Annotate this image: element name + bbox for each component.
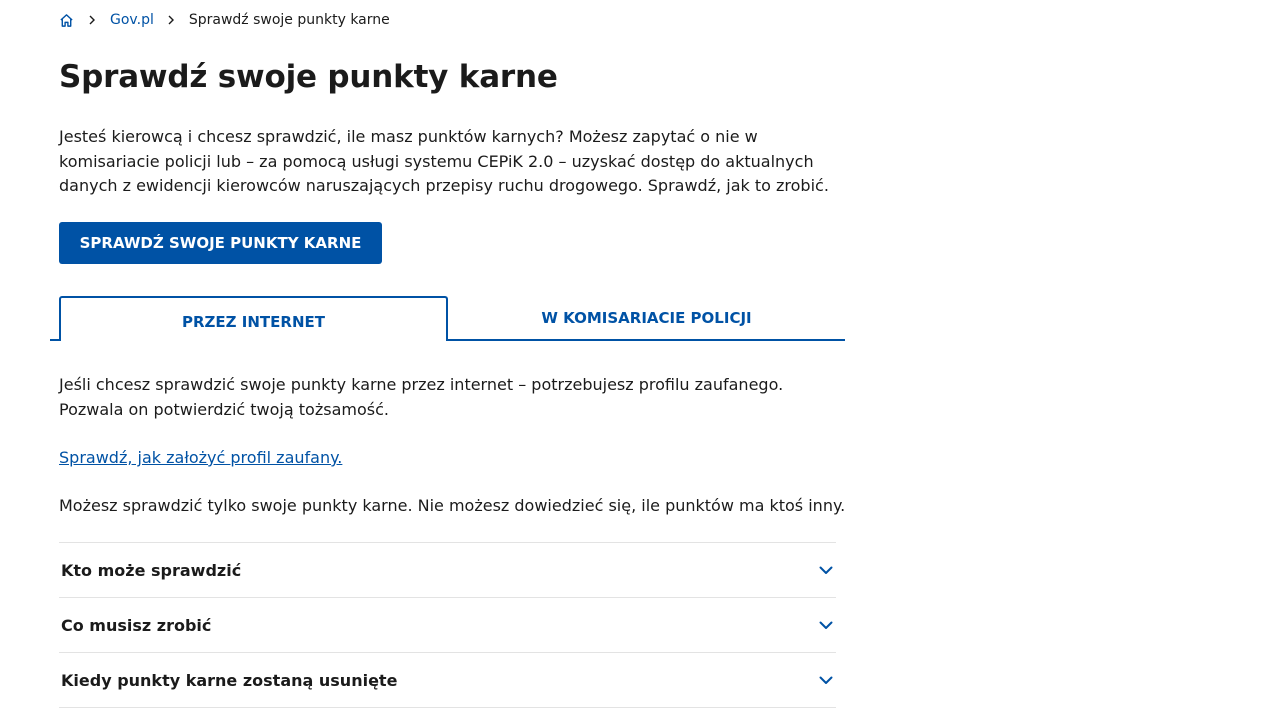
tab-content-note: Możesz sprawdzić tylko swoje punkty karn… bbox=[59, 496, 846, 515]
accordion-item-kto-moze-sprawdzic[interactable]: Kto może sprawdzić bbox=[59, 542, 836, 597]
chevron-down-icon bbox=[819, 673, 833, 687]
breadcrumb-current: Sprawdź swoje punkty karne bbox=[188, 12, 390, 28]
chevron-right-icon bbox=[87, 15, 97, 25]
chevron-right-icon bbox=[166, 15, 176, 25]
tab-list: PRZEZ INTERNET W KOMISARIACIE POLICJI bbox=[50, 296, 845, 341]
accordion: Kto może sprawdzić Co musisz zrobić Kied… bbox=[59, 542, 836, 708]
breadcrumb-link-govpl[interactable]: Gov.pl bbox=[110, 12, 154, 28]
accordion-item-label: Kto może sprawdzić bbox=[61, 560, 242, 580]
accordion-item-co-musisz-zrobic[interactable]: Co musisz zrobić bbox=[59, 597, 836, 652]
chevron-down-icon bbox=[819, 618, 833, 632]
accordion-item-kiedy-punkty-karne-zostana-usuniete[interactable]: Kiedy punkty karne zostaną usunięte bbox=[59, 652, 836, 708]
tab-w-komisariacie-policji[interactable]: W KOMISARIACIE POLICJI bbox=[448, 296, 845, 339]
tab-content-paragraph: Jeśli chcesz sprawdzić swoje punkty karn… bbox=[59, 375, 784, 419]
home-icon[interactable] bbox=[59, 12, 75, 28]
tab-przez-internet[interactable]: PRZEZ INTERNET bbox=[59, 296, 448, 341]
trusted-profile-link[interactable]: Sprawdź, jak założyć profil zaufany. bbox=[59, 446, 342, 470]
check-points-button[interactable]: SPRAWDŹ SWOJE PUNKTY KARNE bbox=[59, 222, 382, 264]
accordion-item-label: Kiedy punkty karne zostaną usunięte bbox=[61, 670, 398, 690]
chevron-down-icon bbox=[819, 563, 833, 577]
accordion-item-label: Co musisz zrobić bbox=[61, 615, 212, 635]
intro-text: Jesteś kierowcą i chcesz sprawdzić, ile … bbox=[59, 127, 829, 195]
page-title: Sprawdź swoje punkty karne bbox=[59, 59, 558, 95]
breadcrumb: Gov.pl Sprawdź swoje punkty karne bbox=[59, 10, 390, 30]
page: Gov.pl Sprawdź swoje punkty karne Sprawd… bbox=[0, 0, 1280, 720]
